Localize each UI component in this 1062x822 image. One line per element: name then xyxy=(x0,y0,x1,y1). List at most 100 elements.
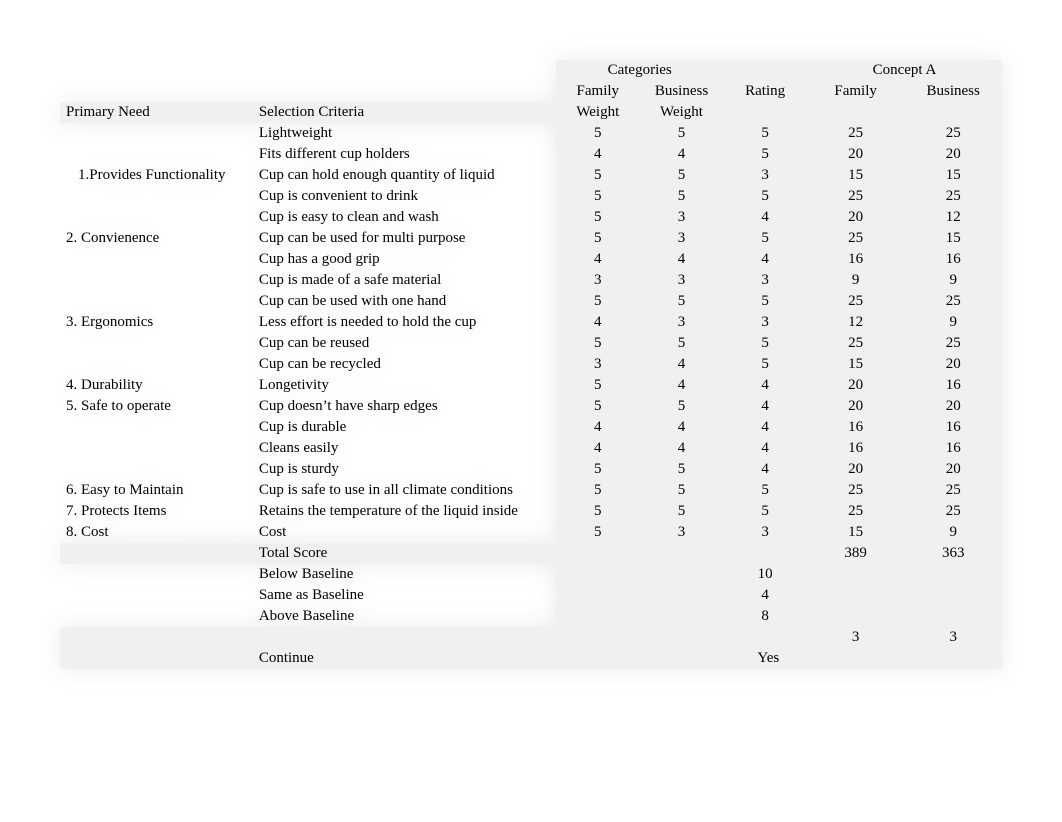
criteria-cell: Longetivity xyxy=(253,375,556,396)
family-score-cell: 25 xyxy=(807,501,904,522)
business-weight-cell: 5 xyxy=(640,396,724,417)
rating-cell: 3 xyxy=(723,165,807,186)
rating-cell: 5 xyxy=(723,186,807,207)
rating-cell: 5 xyxy=(723,480,807,501)
above-baseline-label: Above Baseline xyxy=(253,606,556,627)
rating-cell: 3 xyxy=(723,270,807,291)
business-score-cell: 25 xyxy=(904,480,1002,501)
table-row: Cup can be reused5552525 xyxy=(60,333,1002,354)
rating-cell: 5 xyxy=(723,144,807,165)
table-row: 6. Easy to MaintainCup is safe to use in… xyxy=(60,480,1002,501)
business-weight-header-2: Weight xyxy=(640,102,724,123)
family-score-cell: 15 xyxy=(807,354,904,375)
rating-cell: 4 xyxy=(723,396,807,417)
table-row: 3. ErgonomicsLess effort is needed to ho… xyxy=(60,312,1002,333)
family-score-cell: 15 xyxy=(807,522,904,543)
family-weight-cell: 4 xyxy=(556,438,640,459)
rank-family: 3 xyxy=(807,627,904,648)
family-score-cell: 16 xyxy=(807,417,904,438)
family-weight-cell: 5 xyxy=(556,207,640,228)
criteria-cell: Cup is easy to clean and wash xyxy=(253,207,556,228)
family-score-cell: 15 xyxy=(807,165,904,186)
business-score-cell: 16 xyxy=(904,249,1002,270)
categories-header: Categories xyxy=(556,60,723,81)
family-weight-header-1: Family xyxy=(556,81,640,102)
business-weight-header-1: Business xyxy=(640,81,724,102)
table-row: Cup has a good grip4441616 xyxy=(60,249,1002,270)
family-weight-cell: 5 xyxy=(556,375,640,396)
family-weight-cell: 5 xyxy=(556,459,640,480)
primary-need-cell xyxy=(60,291,253,312)
family-score-cell: 20 xyxy=(807,459,904,480)
business-weight-cell: 4 xyxy=(640,438,724,459)
criteria-cell: Cup can be used for multi purpose xyxy=(253,228,556,249)
primary-need-cell: 6. Easy to Maintain xyxy=(60,480,253,501)
family-score-cell: 9 xyxy=(807,270,904,291)
family-weight-cell: 4 xyxy=(556,249,640,270)
primary-need-cell xyxy=(60,207,253,228)
business-weight-cell: 3 xyxy=(640,207,724,228)
table-row: 7. Protects ItemsRetains the temperature… xyxy=(60,501,1002,522)
table-row: Cup is made of a safe material33399 xyxy=(60,270,1002,291)
family-score-cell: 16 xyxy=(807,438,904,459)
table-row: Lightweight5552525 xyxy=(60,123,1002,144)
primary-need-cell: 7. Protects Items xyxy=(60,501,253,522)
business-score-cell: 20 xyxy=(904,354,1002,375)
table-row: 2. ConvienenceCup can be used for multi … xyxy=(60,228,1002,249)
business-weight-cell: 5 xyxy=(640,333,724,354)
business-score-cell: 15 xyxy=(904,165,1002,186)
primary-need-cell xyxy=(60,438,253,459)
business-score-cell: 20 xyxy=(904,144,1002,165)
primary-need-cell xyxy=(60,144,253,165)
family-score-cell: 25 xyxy=(807,480,904,501)
business-weight-cell: 4 xyxy=(640,144,724,165)
business-weight-cell: 3 xyxy=(640,228,724,249)
table-row: Cleans easily4441616 xyxy=(60,438,1002,459)
criteria-cell: Cup is convenient to drink xyxy=(253,186,556,207)
business-weight-cell: 3 xyxy=(640,270,724,291)
business-weight-cell: 4 xyxy=(640,354,724,375)
criteria-cell: Cup is made of a safe material xyxy=(253,270,556,291)
family-weight-cell: 5 xyxy=(556,333,640,354)
rating-cell: 5 xyxy=(723,291,807,312)
family-weight-cell: 5 xyxy=(556,291,640,312)
family-weight-cell: 5 xyxy=(556,228,640,249)
business-weight-cell: 5 xyxy=(640,480,724,501)
rating-header: Rating xyxy=(723,81,807,102)
table-row: Cup can be used with one hand5552525 xyxy=(60,291,1002,312)
business-score-cell: 20 xyxy=(904,396,1002,417)
criteria-cell: Cleans easily xyxy=(253,438,556,459)
criteria-cell: Cup is durable xyxy=(253,417,556,438)
table-row: 1.Provides FunctionalityCup can hold eno… xyxy=(60,165,1002,186)
primary-need-cell xyxy=(60,249,253,270)
family-score-cell: 20 xyxy=(807,207,904,228)
table-row: Cup can be recycled3451520 xyxy=(60,354,1002,375)
rating-cell: 5 xyxy=(723,354,807,375)
table-row: Fits different cup holders4452020 xyxy=(60,144,1002,165)
business-score-cell: 25 xyxy=(904,291,1002,312)
criteria-cell: Less effort is needed to hold the cup xyxy=(253,312,556,333)
primary-need-cell: 4. Durability xyxy=(60,375,253,396)
rating-cell: 4 xyxy=(723,459,807,480)
rating-cell: 3 xyxy=(723,312,807,333)
total-family: 389 xyxy=(807,543,904,564)
business-score-cell: 12 xyxy=(904,207,1002,228)
business-score-cell: 9 xyxy=(904,522,1002,543)
total-business: 363 xyxy=(904,543,1002,564)
family-score-cell: 25 xyxy=(807,291,904,312)
criteria-cell: Fits different cup holders xyxy=(253,144,556,165)
business-weight-cell: 5 xyxy=(640,123,724,144)
continue-label: Continue xyxy=(253,648,556,669)
concept-a-header: Concept A xyxy=(807,60,1002,81)
rating-cell: 5 xyxy=(723,333,807,354)
family-weight-cell: 3 xyxy=(556,354,640,375)
business-weight-cell: 5 xyxy=(640,459,724,480)
rating-cell: 5 xyxy=(723,123,807,144)
family-weight-cell: 5 xyxy=(556,123,640,144)
family-weight-cell: 5 xyxy=(556,501,640,522)
continue-value: Yes xyxy=(723,648,1002,669)
criteria-cell: Cost xyxy=(253,522,556,543)
family-weight-header-2: Weight xyxy=(556,102,640,123)
criteria-cell: Cup can hold enough quantity of liquid xyxy=(253,165,556,186)
business-weight-cell: 5 xyxy=(640,291,724,312)
